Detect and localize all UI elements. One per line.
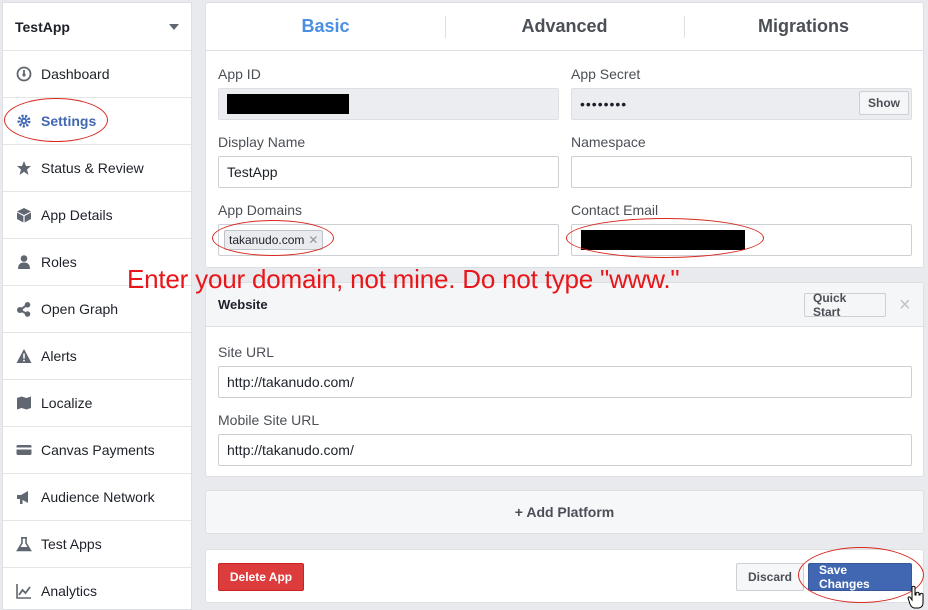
site-url-value: http://takanudo.com/ bbox=[227, 374, 354, 390]
hand-cursor-icon bbox=[907, 585, 924, 609]
sidebar-item-label: Dashboard bbox=[41, 66, 110, 82]
sidebar-item-app-details[interactable]: App Details bbox=[3, 192, 191, 239]
map-icon bbox=[15, 394, 33, 412]
sidebar-item-dashboard[interactable]: Dashboard bbox=[3, 51, 191, 98]
sidebar-item-audience-network[interactable]: Audience Network bbox=[3, 474, 191, 521]
app-domains-field[interactable]: takanudo.com ✕ bbox=[218, 224, 559, 256]
sidebar-item-label: Audience Network bbox=[41, 489, 155, 505]
mobile-site-url-value: http://takanudo.com/ bbox=[227, 442, 354, 458]
website-platform-card: Website Quick Start × Site URL http://ta… bbox=[205, 282, 924, 477]
display-name-field[interactable]: TestApp bbox=[218, 156, 559, 188]
show-secret-button[interactable]: Show bbox=[859, 91, 909, 115]
cube-icon bbox=[15, 206, 33, 224]
contact-email-label: Contact Email bbox=[571, 202, 659, 218]
sidebar-item-alerts[interactable]: Alerts bbox=[3, 333, 191, 380]
person-icon bbox=[15, 253, 33, 271]
delete-app-button[interactable]: Delete App bbox=[218, 563, 304, 591]
sidebar-item-label: Localize bbox=[41, 395, 93, 411]
add-platform-label: + Add Platform bbox=[514, 504, 615, 520]
app-domains-label: App Domains bbox=[218, 202, 303, 218]
annotation-text: Enter your domain, not mine. Do not type… bbox=[127, 264, 680, 294]
sidebar-item-label: Test Apps bbox=[41, 536, 102, 552]
tab-migrations[interactable]: Migrations bbox=[684, 3, 923, 50]
sidebar-item-label: App Details bbox=[41, 207, 113, 223]
sidebar-item-label: Canvas Payments bbox=[41, 442, 155, 458]
display-name-label: Display Name bbox=[218, 134, 306, 150]
namespace-label: Namespace bbox=[571, 134, 646, 150]
sidebar-item-settings[interactable]: Settings bbox=[3, 98, 191, 145]
app-id-label: App ID bbox=[218, 66, 261, 82]
save-changes-button[interactable]: Save Changes bbox=[808, 563, 912, 591]
website-title: Website bbox=[218, 297, 268, 312]
dashboard-icon bbox=[15, 65, 33, 83]
sidebar-item-localize[interactable]: Localize bbox=[3, 380, 191, 427]
megaphone-icon bbox=[15, 488, 33, 506]
flask-icon bbox=[15, 535, 33, 553]
domain-token-label: takanudo.com bbox=[229, 233, 305, 247]
sidebar-item-analytics[interactable]: Analytics bbox=[3, 568, 191, 609]
quick-start-button[interactable]: Quick Start bbox=[804, 291, 886, 319]
sidebar-item-label: Roles bbox=[41, 254, 77, 270]
mobile-site-url-label: Mobile Site URL bbox=[218, 412, 320, 428]
domain-token: takanudo.com ✕ bbox=[224, 230, 324, 250]
namespace-field[interactable] bbox=[571, 156, 912, 188]
app-selector[interactable]: TestApp bbox=[3, 3, 191, 51]
app-id-field bbox=[218, 88, 559, 120]
settings-tabs: Basic Advanced Migrations bbox=[206, 3, 923, 51]
sidebar-item-canvas-payments[interactable]: Canvas Payments bbox=[3, 427, 191, 474]
app-secret-value: •••••••• bbox=[580, 96, 628, 112]
sidebar: TestApp Dashboard Settings Status & Revi… bbox=[2, 2, 192, 610]
site-url-label: Site URL bbox=[218, 344, 275, 360]
contact-email-field[interactable] bbox=[571, 224, 912, 256]
app-name: TestApp bbox=[15, 18, 70, 35]
sidebar-item-label: Settings bbox=[41, 113, 97, 129]
site-url-field[interactable]: http://takanudo.com/ bbox=[218, 366, 912, 398]
warning-icon bbox=[15, 347, 33, 365]
close-icon[interactable]: × bbox=[899, 293, 911, 317]
gear-icon bbox=[15, 112, 33, 130]
sidebar-item-label: Alerts bbox=[41, 348, 77, 364]
share-icon bbox=[15, 300, 33, 318]
app-id-redaction bbox=[227, 94, 349, 114]
discard-button[interactable]: Discard bbox=[736, 563, 804, 591]
card-icon bbox=[15, 441, 33, 459]
sidebar-item-label: Status & Review bbox=[41, 160, 144, 176]
star-icon bbox=[15, 159, 33, 177]
sidebar-item-status-review[interactable]: Status & Review bbox=[3, 145, 191, 192]
tab-advanced[interactable]: Advanced bbox=[445, 3, 684, 50]
display-name-value: TestApp bbox=[227, 164, 278, 180]
chart-icon bbox=[15, 582, 33, 600]
sidebar-item-label: Analytics bbox=[41, 583, 98, 599]
remove-token-icon[interactable]: ✕ bbox=[308, 233, 318, 247]
app-secret-label: App Secret bbox=[571, 66, 641, 82]
sidebar-item-label: Open Graph bbox=[41, 301, 119, 317]
tab-basic[interactable]: Basic bbox=[206, 3, 445, 50]
chevron-down-icon bbox=[169, 23, 179, 30]
add-platform-button[interactable]: + Add Platform bbox=[205, 490, 924, 534]
basic-settings-card: Basic Advanced Migrations App ID App Sec… bbox=[205, 2, 924, 268]
footer-actions: Delete App Discard Save Changes bbox=[205, 549, 924, 603]
sidebar-item-test-apps[interactable]: Test Apps bbox=[3, 521, 191, 568]
mobile-site-url-field[interactable]: http://takanudo.com/ bbox=[218, 434, 912, 466]
contact-email-redaction bbox=[581, 230, 745, 250]
